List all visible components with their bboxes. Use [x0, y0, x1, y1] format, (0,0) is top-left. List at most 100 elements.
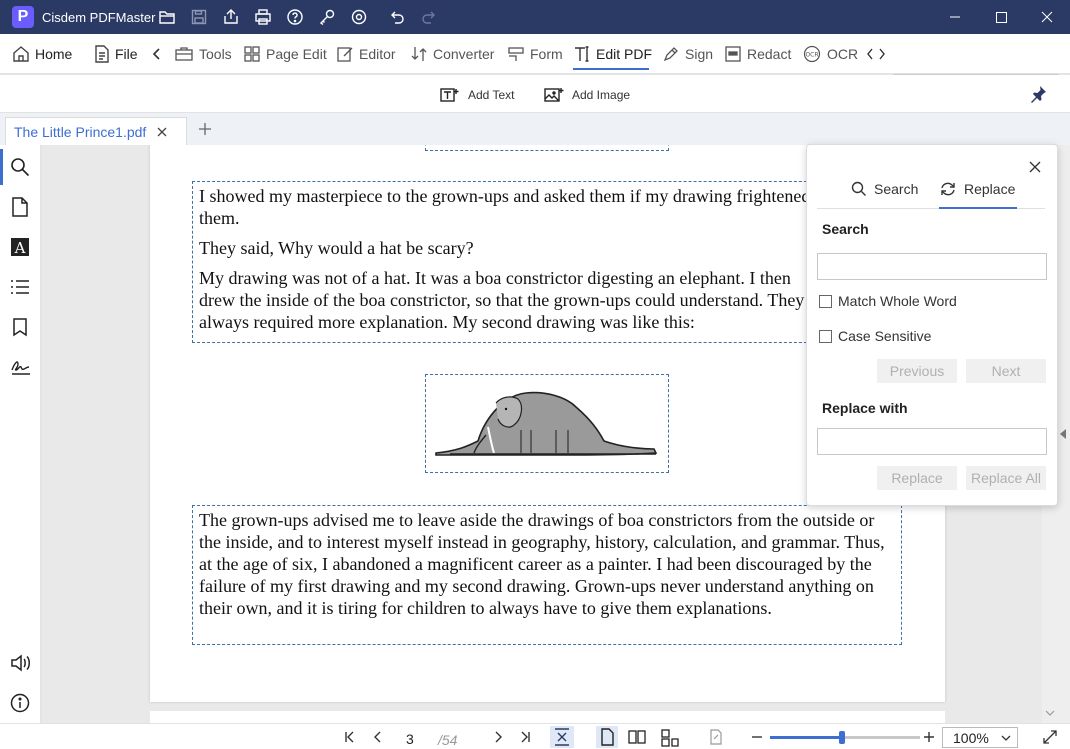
paragraph: They said, Why would a hat be scary? — [199, 238, 474, 258]
menu-editor[interactable]: Editor — [336, 44, 396, 64]
next-page-button[interactable] — [490, 729, 506, 745]
menu-home[interactable]: Home — [12, 44, 72, 64]
info-icon — [10, 693, 30, 713]
previous-image-box[interactable] — [425, 145, 669, 151]
menu-form[interactable]: Form — [507, 44, 563, 64]
help-icon[interactable] — [286, 8, 304, 26]
new-tab-button[interactable] — [198, 122, 212, 136]
menu-tools[interactable]: Tools — [174, 44, 232, 64]
case-sensitive-checkbox[interactable] — [819, 329, 832, 343]
match-whole-word-checkbox[interactable] — [819, 294, 832, 308]
add-image-label: Add Image — [572, 88, 631, 102]
text-block-1[interactable]: I showed my masterpiece to the grown-ups… — [192, 181, 832, 343]
menu-editor-label: Editor — [359, 46, 396, 62]
expand-right-panel-button[interactable] — [1060, 429, 1066, 439]
previous-page-button[interactable] — [370, 729, 386, 745]
save-icon[interactable] — [190, 8, 208, 26]
scroll-pages-icon — [661, 729, 679, 747]
add-image-button[interactable]: Add Image — [544, 87, 630, 103]
pin-toolbar-button[interactable] — [1029, 85, 1047, 103]
sidebar-info-button[interactable] — [10, 693, 30, 713]
print-icon[interactable] — [254, 8, 272, 26]
first-page-button[interactable] — [342, 729, 358, 745]
paragraph: The grown-ups advised me to leave aside … — [199, 510, 885, 618]
tab-replace[interactable]: Replace — [939, 181, 1015, 197]
menu-ocr[interactable]: OCR OCR — [802, 44, 858, 64]
menu-edit-pdf[interactable]: Edit PDF — [573, 44, 652, 64]
undo-icon[interactable] — [388, 8, 406, 26]
ocr-icon: OCR — [803, 45, 821, 63]
search-field[interactable] — [817, 253, 1047, 280]
case-sensitive-option[interactable]: Case Sensitive — [819, 328, 931, 344]
add-text-button[interactable]: Add Text — [440, 87, 514, 103]
match-whole-word-option[interactable]: Match Whole Word — [819, 293, 957, 309]
minimize-button[interactable] — [932, 0, 978, 34]
toolbox-icon — [175, 47, 193, 61]
chevron-left-icon — [152, 48, 160, 60]
sidebar-fonts-button[interactable]: A — [10, 237, 30, 257]
chevron-down-icon — [1001, 735, 1011, 741]
fit-page-icon — [555, 728, 569, 746]
replace-button[interactable]: Replace — [877, 466, 957, 490]
scroll-view-button[interactable] — [661, 729, 679, 747]
menu-redact[interactable]: Redact — [724, 44, 791, 64]
menu-page-edit[interactable]: Page Edit — [243, 44, 327, 64]
next-button[interactable]: Next — [966, 359, 1046, 383]
maximize-button[interactable] — [978, 0, 1024, 34]
total-pages: /54 — [438, 732, 458, 748]
active-menu-indicator — [573, 68, 649, 70]
elephant-drawing-image[interactable] — [425, 374, 669, 473]
expand-icon — [1043, 730, 1057, 744]
key-icon[interactable] — [318, 8, 336, 26]
fullscreen-button[interactable] — [1042, 729, 1058, 745]
sidebar-read-aloud-button[interactable] — [10, 653, 30, 673]
zoom-out-button[interactable] — [750, 729, 766, 745]
close-window-button[interactable] — [1024, 0, 1070, 34]
sidebar-signature-button[interactable] — [10, 357, 30, 377]
sidebar-pages-button[interactable] — [10, 197, 30, 217]
menu-scroll-buttons[interactable] — [864, 44, 888, 64]
app-logo: P — [12, 6, 34, 28]
two-page-view-button[interactable] — [628, 729, 646, 745]
last-page-button[interactable] — [517, 729, 533, 745]
menu-tools-label: Tools — [199, 46, 232, 62]
zoom-level-select[interactable]: 100% — [942, 727, 1018, 748]
fit-page-button[interactable] — [550, 726, 574, 748]
match-whole-word-label: Match Whole Word — [838, 293, 957, 309]
close-icon — [1029, 161, 1041, 173]
pdf-page-next[interactable] — [150, 711, 945, 723]
menu-converter[interactable]: Converter — [410, 44, 494, 64]
menu-sign-label: Sign — [685, 46, 714, 62]
document-tab[interactable]: The Little Prince1.pdf — [5, 117, 187, 145]
close-tab-icon[interactable] — [156, 126, 168, 138]
last-page-icon — [521, 731, 530, 743]
replace-field[interactable] — [817, 428, 1047, 455]
tab-search[interactable]: Search — [851, 181, 918, 197]
chevron-left-icon — [374, 731, 381, 743]
sidebar-outline-button[interactable] — [10, 277, 30, 297]
sidebar-search-button[interactable] — [10, 157, 30, 177]
menu-page-edit-label: Page Edit — [266, 46, 327, 62]
menu-scroll-left-button[interactable] — [151, 44, 163, 64]
share-icon[interactable] — [222, 8, 240, 26]
menu-file[interactable]: File — [94, 44, 138, 64]
zoom-slider-thumb[interactable] — [839, 731, 845, 744]
zoom-in-button[interactable] — [922, 729, 938, 745]
font-icon: A — [11, 238, 29, 257]
text-block-2[interactable]: The grown-ups advised me to leave aside … — [192, 505, 902, 645]
replace-all-button[interactable]: Replace All — [966, 466, 1046, 490]
redo-icon[interactable] — [420, 8, 438, 26]
close-panel-button[interactable] — [1029, 161, 1041, 173]
settings-icon[interactable] — [350, 8, 368, 26]
current-page-number[interactable]: 3 — [406, 731, 414, 747]
page-properties-button[interactable] — [708, 729, 724, 745]
menu-converter-label: Converter — [433, 46, 495, 62]
menu-sign[interactable]: Sign — [662, 44, 713, 64]
scroll-down-button[interactable] — [1045, 709, 1055, 717]
open-folder-icon[interactable] — [158, 8, 176, 26]
menu-edit-pdf-label: Edit PDF — [596, 46, 653, 62]
previous-button[interactable]: Previous — [877, 359, 957, 383]
sidebar-bookmarks-button[interactable] — [10, 317, 30, 337]
document-tab-label: The Little Prince1.pdf — [14, 123, 147, 140]
single-page-view-button[interactable] — [596, 726, 618, 748]
